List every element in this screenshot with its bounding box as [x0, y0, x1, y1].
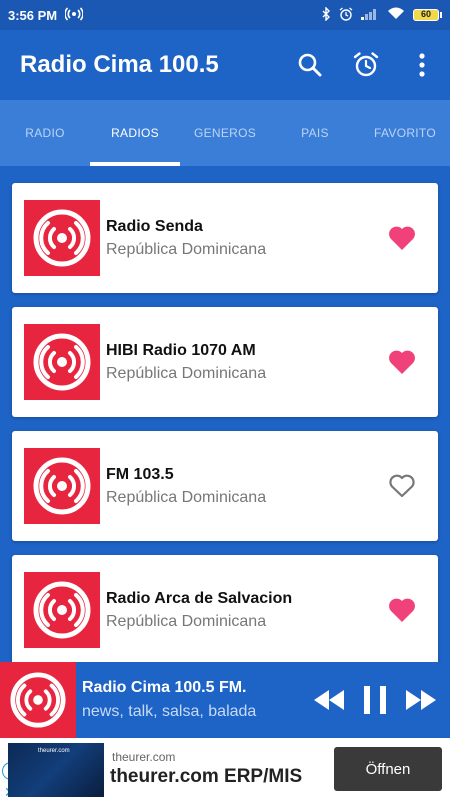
favorite-button[interactable]	[372, 456, 432, 516]
station-name: Radio Arca de Salvacion	[106, 589, 293, 607]
pause-button[interactable]	[352, 670, 398, 730]
battery-level: 60	[413, 9, 439, 21]
search-icon	[298, 53, 322, 77]
station-name: FM 103.5	[106, 465, 174, 483]
station-name: Radio Senda	[106, 217, 203, 235]
tab-radio[interactable]: RADIO	[0, 100, 90, 166]
ad-headline[interactable]: theurer.com ERP/MIS	[110, 766, 302, 788]
tab-pais[interactable]: PAIS	[270, 100, 360, 166]
ad-open-button[interactable]: Öffnen	[334, 747, 442, 791]
station-country: República Dominicana	[106, 364, 267, 382]
fast-forward-button[interactable]	[398, 670, 444, 730]
station-country: República Dominicana	[106, 488, 267, 506]
alarm-button[interactable]	[338, 37, 394, 93]
wifi-icon	[387, 7, 405, 23]
now-playing-title: Radio Cima 100.5 FM.	[82, 679, 247, 696]
station-card[interactable]: Radio Arca de Salvacion República Domini…	[12, 555, 438, 662]
station-card[interactable]: HIBI Radio 1070 AM República Dominicana	[12, 307, 438, 417]
pause-icon	[364, 686, 386, 714]
heart-outline-icon	[389, 474, 415, 498]
station-list[interactable]: Radio Senda República Dominicana HIBI Ra…	[0, 166, 450, 662]
station-card[interactable]: Radio Senda República Dominicana	[12, 183, 438, 293]
favorite-button[interactable]	[372, 580, 432, 640]
radio-broadcast-icon	[10, 672, 66, 728]
tab-bar: RADIO RADIOS GENEROS PAIS FAVORITO	[0, 100, 450, 166]
ad-thumbnail-text: theurer.com	[38, 748, 70, 754]
rewind-button[interactable]	[306, 670, 352, 730]
rewind-icon	[314, 690, 344, 710]
station-logo	[24, 448, 100, 524]
broadcast-icon	[64, 6, 84, 24]
now-playing-description: news, talk, salsa, balada	[82, 703, 257, 720]
heart-filled-icon	[389, 350, 415, 374]
ad-banner[interactable]: i ✕ theurer.com theurer.com theurer.com …	[0, 738, 450, 800]
search-button[interactable]	[282, 37, 338, 93]
station-country: República Dominicana	[106, 612, 267, 630]
station-card[interactable]: FM 103.5 República Dominicana	[12, 431, 438, 541]
station-country: República Dominicana	[106, 240, 267, 258]
favorite-button[interactable]	[372, 208, 432, 268]
ad-thumbnail[interactable]: theurer.com	[8, 743, 104, 797]
tab-radios[interactable]: RADIOS	[90, 100, 180, 166]
tab-generos[interactable]: GENEROS	[180, 100, 270, 166]
status-bar: 3:56 PM 60	[0, 0, 450, 30]
ad-domain: theurer.com	[112, 750, 176, 764]
alarm-icon	[339, 6, 353, 24]
heart-filled-icon	[389, 226, 415, 250]
fast-forward-icon	[406, 690, 436, 710]
radio-broadcast-icon	[33, 457, 91, 515]
radio-broadcast-icon	[33, 581, 91, 639]
signal-icon	[361, 8, 379, 23]
bluetooth-icon	[321, 5, 331, 24]
now-playing-bar[interactable]: Radio Cima 100.5 FM. news, talk, salsa, …	[0, 662, 450, 738]
radio-broadcast-icon	[33, 333, 91, 391]
station-logo	[24, 324, 100, 400]
station-logo	[24, 572, 100, 648]
station-name: HIBI Radio 1070 AM	[106, 341, 256, 359]
now-playing-logo	[0, 662, 76, 738]
station-logo	[24, 200, 100, 276]
status-time: 3:56 PM	[8, 7, 58, 23]
more-vert-icon	[419, 53, 425, 77]
alarm-clock-icon	[353, 52, 379, 77]
battery-icon: 60	[413, 9, 442, 21]
app-bar: Radio Cima 100.5	[0, 30, 450, 100]
heart-filled-icon	[389, 598, 415, 622]
radio-broadcast-icon	[33, 209, 91, 267]
app-title: Radio Cima 100.5	[20, 51, 219, 78]
favorite-button[interactable]	[372, 332, 432, 392]
more-options-button[interactable]	[394, 37, 450, 93]
tab-favorito[interactable]: FAVORITO	[360, 100, 450, 166]
